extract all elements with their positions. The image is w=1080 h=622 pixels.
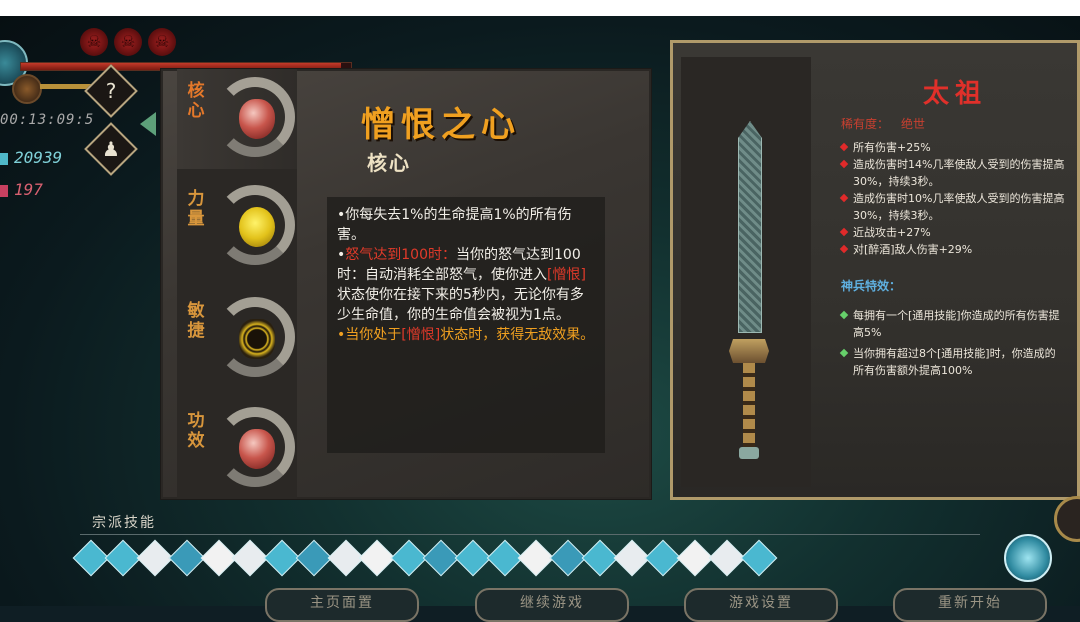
gold-counter: 197 [0,180,43,199]
special-effects: 每拥有一个[通用技能]你造成的所有伤害提高5% 当你拥有超过8个[通用技能]时，… [841,307,1066,383]
heart-icon [239,99,275,139]
special-line: 每拥有一个[通用技能]你造成的所有伤害提高5% [841,307,1066,341]
stat-line: 造成伤害时10%几率使敌人受到的伤害提高30%，持续3秒。 [841,190,1066,224]
desc-text: •当你处于 [337,327,402,343]
golden-coil-icon [239,319,275,359]
divider [80,534,980,535]
heart-icon [239,429,275,469]
gold-count: 197 [14,180,43,199]
hate-keyword: [憎恨] [401,327,441,343]
tab-strength-label: 力量 [187,189,205,229]
hate-keyword: [憎恨] [547,267,586,283]
demon-skull-icon: ☠ [114,28,142,56]
item-category-tabs: 核心 力量 敏捷 功效 [177,69,297,499]
tab-core-label: 核心 [187,81,205,121]
soul-icon [0,152,8,165]
top-white-strip [0,0,1080,16]
rage-orb-icon [12,74,42,104]
restart-button[interactable]: 重新开始 [893,588,1047,622]
desc-line-1: •你每失去1%的生命提高1%的所有伤害。 [337,207,572,243]
weapon-rarity: 稀有度： 绝世 [841,115,925,132]
collapse-arrow-icon[interactable] [140,112,156,136]
sword-blade [738,121,762,333]
sect-skill-icon[interactable] [740,539,778,577]
main-menu-button[interactable]: 主页面置 [265,588,419,622]
body-silhouette-icon: ♟ [102,137,120,161]
sword-pommel [739,447,759,459]
tab-effect-label: 功效 [187,411,205,451]
desc-highlight: 怒气达到100时： [345,247,456,263]
item-panel: 核心 力量 敏捷 功效 憎恨之心 核心 •你每失去1%的生命提高1%的所有伤害。… [160,68,652,500]
stat-line: 造成伤害时14%几率使敌人受到的伤害提高30%，持续3秒。 [841,156,1066,190]
soul-count: 20939 [14,148,63,167]
sect-skill-icon[interactable] [168,539,206,577]
question-icon: ? [105,79,117,103]
demon-skull-icon: ☠ [148,28,176,56]
sect-skill-list [73,539,778,577]
tab-agility[interactable]: 敏捷 [177,289,297,389]
item-slot-label: 核心 [367,151,411,175]
tab-core[interactable]: 核心 [177,69,297,169]
soul-counter: 20939 [0,148,62,167]
stat-line: 对[醉酒]敌人伤害+29% [841,241,1066,258]
tab-strength[interactable]: 力量 [177,177,297,277]
item-title: 憎恨之心 [361,105,521,145]
item-description: •你每失去1%的生命提高1%的所有伤害。 •怒气达到100时：当你的怒气达到10… [327,197,605,453]
demon-skull-icon: ☠ [80,28,108,56]
desc-line-2: •怒气达到100时：当你的怒气达到100时：自动消耗全部怒气，使你进入[憎恨]状… [337,247,586,323]
weapon-image-frame [681,57,811,487]
game-settings-button[interactable]: 游戏设置 [684,588,838,622]
weapon-panel: 太祖 稀有度： 绝世 所有伤害+25% 造成伤害时14%几率使敌人受到的伤害提高3… [670,40,1080,500]
sword-guard [729,339,769,363]
special-line: 当你拥有超过8个[通用技能]时，你造成的所有伤害额外提高100% [841,345,1066,379]
stat-line: 近战攻击+27% [841,224,1066,241]
rarity-value: 绝世 [901,117,926,131]
gold-icon [0,184,8,197]
stat-line: 所有伤害+25% [841,139,1066,156]
weapon-name: 太祖 [923,79,988,109]
tab-effect[interactable]: 功效 [177,399,297,499]
tab-agility-label: 敏捷 [187,301,205,341]
desc-text: 状态时，获得无敌效果。 [440,327,595,343]
rarity-label: 稀有度： [841,117,890,131]
golden-toad-icon [239,207,275,247]
sword-hilt [743,363,755,449]
skill-orb-button[interactable] [1004,534,1052,582]
special-effects-header: 神兵特效： [841,279,902,293]
desc-text: 状态使你在接下来的5秒内，无论你有多少生命值，你的生命值会被视为1点。 [337,287,584,323]
desc-line-3: •当你处于[憎恨]状态时，获得无敌效果。 [337,325,595,345]
run-timer: 00:13:09:5 [0,112,95,128]
weapon-stats: 所有伤害+25% 造成伤害时14%几率使敌人受到的伤害提高30%，持续3秒。 造… [841,139,1066,258]
curse-icons: ☠ ☠ ☠ [80,28,176,56]
sect-skills-title: 宗派技能 [92,515,156,531]
continue-game-button[interactable]: 继续游戏 [475,588,629,622]
